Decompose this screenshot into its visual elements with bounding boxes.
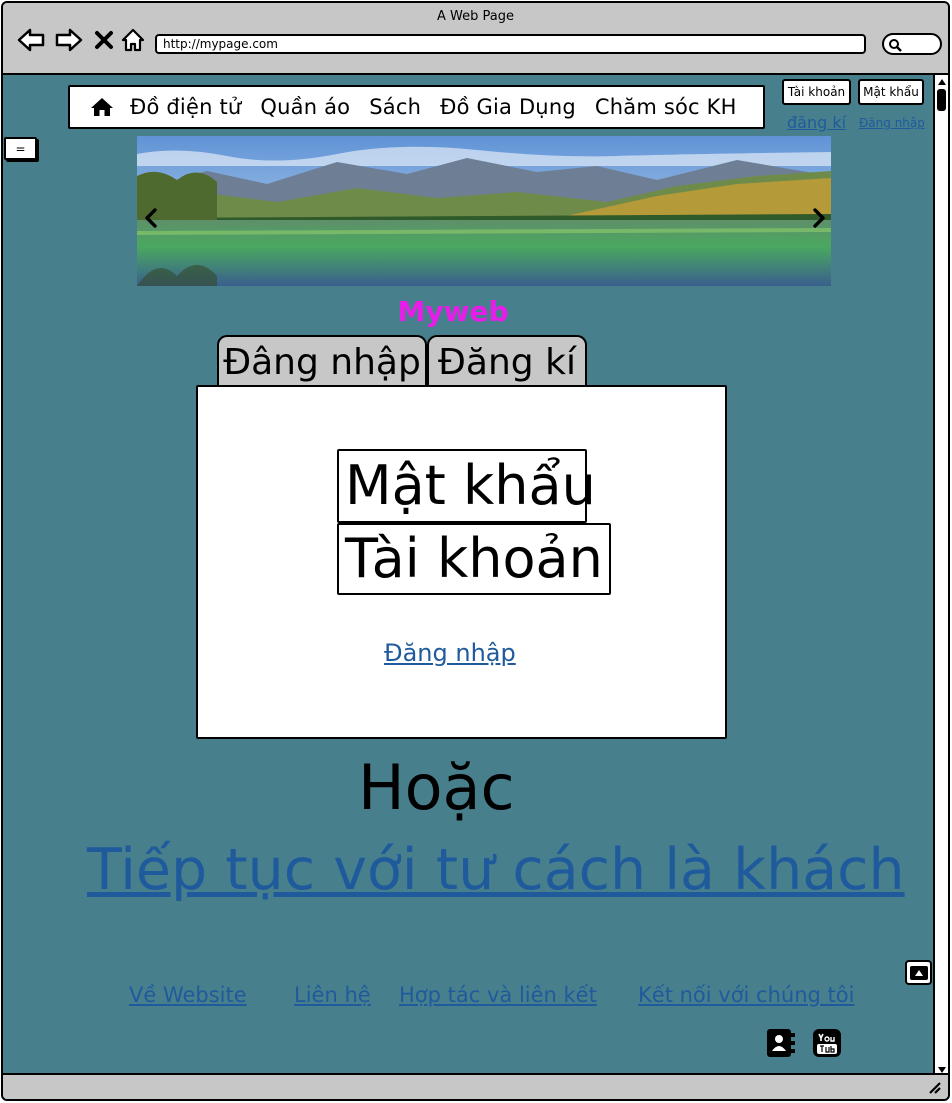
hero-carousel-image <box>137 136 831 286</box>
login-link[interactable]: Đăng nhập <box>859 116 925 130</box>
search-icon <box>889 39 902 52</box>
browser-search-box[interactable] <box>882 33 942 55</box>
back-arrow-icon[interactable] <box>16 25 46 55</box>
register-link[interactable]: đăng kí <box>787 113 846 132</box>
footer-link-about[interactable]: Về Website <box>129 983 247 1007</box>
footer-link-contact[interactable]: Liên hệ <box>294 983 371 1007</box>
resize-grip-icon[interactable] <box>926 1079 942 1095</box>
window-title: A Web Page <box>437 9 514 24</box>
page-content: Đồ điện tử Quần áo Sách Đồ Gia Dụng Chăm… <box>3 75 933 1077</box>
vertical-scrollbar[interactable] <box>933 75 948 1077</box>
home-icon[interactable] <box>118 25 148 55</box>
browser-window: A Web Page http://mypage.com Đồ điện tử … <box>1 1 950 1101</box>
forward-arrow-icon[interactable] <box>54 25 84 55</box>
main-nav: Đồ điện tử Quần áo Sách Đồ Gia Dụng Chăm… <box>68 85 765 129</box>
footer-link-connect[interactable]: Kết nối với chúng tôi <box>638 983 854 1007</box>
username-field[interactable]: Tài khoản <box>337 523 611 595</box>
carousel-prev-icon[interactable] <box>143 207 159 229</box>
separator-text: Hoặc <box>358 751 515 824</box>
youtube-icon[interactable] <box>812 1028 842 1058</box>
nav-item-household[interactable]: Đồ Gia Dụng <box>440 95 576 119</box>
nav-item-books[interactable]: Sách <box>369 95 421 119</box>
close-icon[interactable] <box>89 25 119 55</box>
password-field[interactable]: Mật khẩu <box>337 449 596 523</box>
tab-login[interactable]: Đâng nhập <box>217 335 427 387</box>
address-bar[interactable]: http://mypage.com <box>155 34 866 54</box>
footer-link-partnership[interactable]: Hợp tác và liên kết <box>399 983 597 1007</box>
password-button[interactable]: Mật khẩu <box>858 79 924 105</box>
brand-title: Myweb <box>397 295 509 328</box>
nav-item-customer-care[interactable]: Chăm sóc KH <box>595 95 737 119</box>
guest-continue-link[interactable]: Tiếp tục với tư cách là khách <box>87 837 905 903</box>
login-panel: Mật khẩu Tài khoản Đăng nhập <box>196 385 727 739</box>
browser-statusbar <box>3 1073 948 1099</box>
scrollbar-thumb[interactable] <box>937 89 946 111</box>
browser-titlebar: A Web Page http://mypage.com <box>3 3 948 75</box>
carousel-next-icon[interactable] <box>811 207 827 229</box>
scroll-to-top-icon[interactable] <box>905 960 932 985</box>
nav-item-clothing[interactable]: Quần áo <box>260 95 350 119</box>
home-icon[interactable] <box>90 97 114 117</box>
tab-register[interactable]: Đăng kí <box>427 335 587 387</box>
nav-item-electronics[interactable]: Đồ điện tử <box>130 95 241 119</box>
username-button[interactable]: Tài khoản <box>782 79 851 105</box>
address-book-icon[interactable] <box>766 1028 796 1058</box>
login-submit-link[interactable]: Đăng nhập <box>384 639 516 667</box>
sidebar-toggle-button[interactable]: = <box>4 137 37 160</box>
